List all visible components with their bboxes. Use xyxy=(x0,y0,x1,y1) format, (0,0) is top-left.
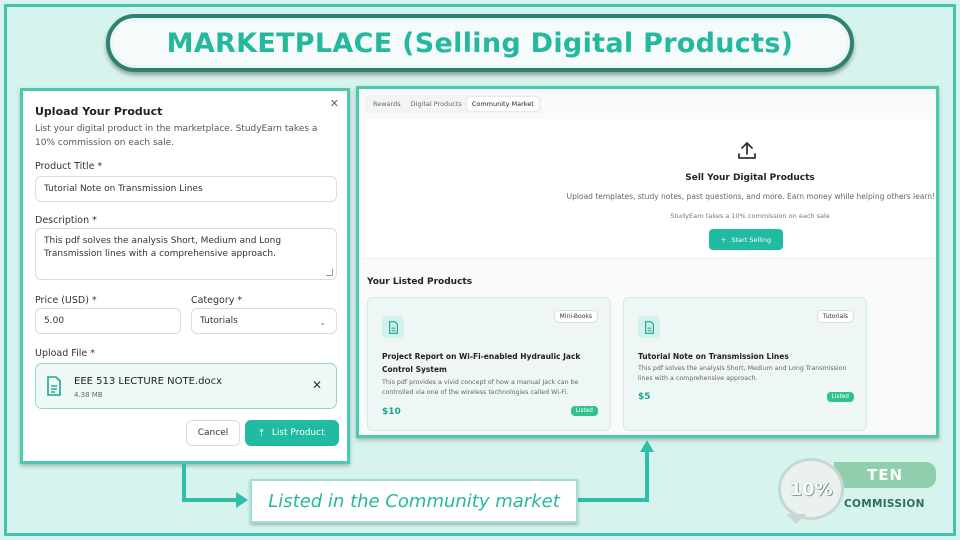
plus-icon: + xyxy=(720,235,727,244)
start-selling-label: Start Selling xyxy=(731,235,772,244)
tab-digital-products[interactable]: Digital Products xyxy=(406,97,467,111)
list-product-label: List Product xyxy=(271,428,325,438)
commission-percent: 10% xyxy=(789,478,833,500)
category-badge: Tutorials xyxy=(816,310,854,323)
slide-title: MARKETPLACE (Selling Digital Products) xyxy=(166,27,794,59)
product-title-value: Tutorial Note on Transmission Lines xyxy=(44,184,203,194)
caption-text: Listed in the Community market xyxy=(268,490,560,512)
resize-handle-icon[interactable] xyxy=(326,269,333,276)
product-card[interactable]: Mini-Books Project Report on Wi-Fi-enabl… xyxy=(367,297,611,431)
dialog-title: Upload Your Product xyxy=(35,105,163,118)
category-label: Category * xyxy=(191,295,243,306)
product-card[interactable]: Tutorials Tutorial Note on Transmission … xyxy=(623,297,867,431)
product-title: Tutorial Note on Transmission Lines xyxy=(638,352,789,361)
file-size: 4.38 MB xyxy=(74,391,103,399)
cancel-button[interactable]: Cancel xyxy=(186,420,240,446)
uploaded-file: EEE 513 LECTURE NOTE.docx 4.38 MB ✕ xyxy=(35,363,337,409)
remove-file-icon[interactable]: ✕ xyxy=(312,378,322,392)
connector-line-left xyxy=(182,464,186,502)
commission-ribbon: TEN xyxy=(834,462,936,488)
price-input[interactable]: 5.00 xyxy=(35,308,181,334)
product-price: $10 xyxy=(382,407,401,417)
close-icon[interactable]: ✕ xyxy=(330,97,339,110)
chevron-down-icon: ⌄ xyxy=(319,318,326,327)
commission-label: COMMISSION xyxy=(844,498,925,510)
commission-word: TEN xyxy=(866,466,904,484)
file-name: EEE 513 LECTURE NOTE.docx xyxy=(74,376,222,387)
tab-community-market[interactable]: Community Market xyxy=(466,97,539,111)
document-icon xyxy=(382,316,404,338)
hero-subtitle: Upload templates, study notes, past ques… xyxy=(566,192,935,201)
caption-box: Listed in the Community market xyxy=(250,479,578,523)
sell-hero-section: Sell Your Digital Products Upload templa… xyxy=(365,119,936,259)
upload-product-dialog: ✕ Upload Your Product List your digital … xyxy=(20,88,350,464)
description-textarea[interactable]: This pdf solves the analysis Short, Medi… xyxy=(35,228,337,280)
arrow-right-icon xyxy=(236,492,248,508)
listed-products-heading: Your Listed Products xyxy=(367,277,473,287)
start-selling-button[interactable]: + Start Selling xyxy=(709,229,783,250)
product-description: This pdf solves the analysis Short, Medi… xyxy=(638,365,847,382)
commission-circle: 10% xyxy=(778,458,844,520)
product-price: $5 xyxy=(638,392,651,402)
arrow-up-icon xyxy=(640,440,654,452)
upload-icon xyxy=(738,142,756,159)
product-description: This pdf provides a vivid concept of how… xyxy=(382,379,579,396)
status-badge: Listed xyxy=(570,406,598,416)
price-value: 5.00 xyxy=(44,316,65,326)
product-title: Project Report on Wi-Fi-enabled Hydrauli… xyxy=(382,352,581,374)
upload-icon: ⤒ xyxy=(259,427,264,439)
category-badge: Mini-Books xyxy=(553,310,598,323)
category-value: Tutorials xyxy=(200,316,238,326)
product-title-input[interactable]: Tutorial Note on Transmission Lines xyxy=(35,176,337,202)
status-badge: Listed xyxy=(826,392,854,402)
connector-line-right-horizontal xyxy=(578,498,648,502)
list-product-button[interactable]: ⤒ List Product xyxy=(245,420,339,446)
connector-line-left-horizontal xyxy=(182,498,238,502)
description-label: Description * xyxy=(35,215,97,226)
upload-file-label: Upload File * xyxy=(35,348,95,359)
category-select[interactable]: Tutorials ⌄ xyxy=(191,308,337,334)
document-icon xyxy=(638,316,660,338)
commission-badge: TEN 10% COMMISSION xyxy=(778,456,938,528)
speech-tail-icon xyxy=(786,514,806,524)
document-icon xyxy=(47,376,61,396)
hero-title: Sell Your Digital Products xyxy=(685,173,815,183)
market-tabs: Rewards Digital Products Community Marke… xyxy=(365,95,542,113)
price-label: Price (USD) * xyxy=(35,295,97,306)
slide-title-banner: MARKETPLACE (Selling Digital Products) xyxy=(106,14,854,72)
dialog-description: List your digital product in the marketp… xyxy=(35,124,318,148)
product-title-label: Product Title * xyxy=(35,161,103,172)
description-value: This pdf solves the analysis Short, Medi… xyxy=(44,236,282,259)
connector-line-right xyxy=(645,452,649,502)
tab-rewards[interactable]: Rewards xyxy=(368,97,406,111)
community-market-panel: Rewards Digital Products Community Marke… xyxy=(356,86,939,438)
commission-note: StudyEarn takes a 10% commission on each… xyxy=(670,212,830,220)
cancel-label: Cancel xyxy=(197,428,229,438)
